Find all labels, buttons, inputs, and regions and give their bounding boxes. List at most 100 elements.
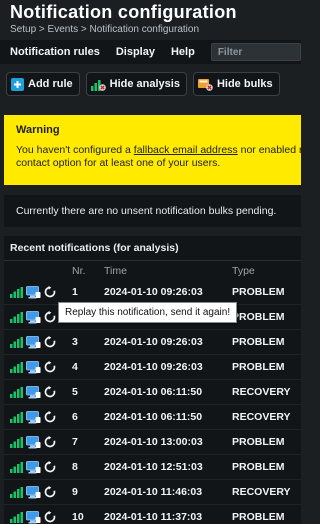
title-bar: Notification configuration Setup > Event… — [0, 0, 301, 40]
header-type[interactable]: Type — [232, 261, 301, 280]
row-nr: 7 — [72, 436, 78, 448]
header-time[interactable]: Time — [104, 261, 232, 280]
add-rule-label: Add rule — [28, 78, 73, 90]
analyse-bars-icon[interactable] — [10, 336, 23, 348]
row-actions — [4, 505, 72, 524]
analyse-bars-icon[interactable] — [10, 486, 23, 498]
page-title: Notification configuration — [10, 2, 237, 22]
row-nr: 8 — [72, 461, 78, 473]
row-nr: 10 — [72, 511, 84, 523]
monitor-context-icon[interactable] — [26, 485, 41, 499]
header-nr[interactable]: Nr. — [72, 261, 104, 280]
replay-icon[interactable] — [44, 336, 56, 348]
fallback-email-link[interactable]: fallback email address — [134, 144, 238, 156]
header-actions — [4, 261, 72, 280]
row-actions — [4, 455, 72, 480]
hide-bulks-icon — [197, 78, 213, 91]
row-nr: 1 — [72, 286, 78, 298]
recent-notifications-panel: Recent notifications (for analysis) Nr. … — [4, 236, 301, 524]
row-type: PROBLEM — [232, 461, 285, 473]
warning-box: Warning You haven't configured a fallbac… — [4, 115, 301, 185]
row-actions — [4, 280, 72, 305]
menu-bar: Notification rules Display Help Filter — [0, 40, 301, 64]
table-row: 7 2024-01-10 13:00:03 PROBLEM — [4, 430, 301, 455]
monitor-context-icon[interactable] — [26, 410, 41, 424]
row-actions — [4, 480, 72, 505]
row-time: 2024-01-10 06:11:50 — [104, 411, 203, 423]
row-actions — [4, 430, 72, 455]
warning-text-end: nor enabled r — [237, 144, 301, 156]
row-type: PROBLEM — [232, 361, 285, 373]
monitor-context-icon[interactable] — [26, 310, 41, 324]
analyse-bars-icon[interactable] — [10, 461, 23, 473]
monitor-context-icon[interactable] — [26, 435, 41, 449]
row-time: 2024-01-10 09:26:03 — [104, 361, 203, 373]
warning-title: Warning — [16, 124, 60, 136]
row-actions — [4, 380, 72, 405]
analyse-bars-icon[interactable] — [10, 311, 23, 323]
hide-analysis-icon — [90, 78, 106, 91]
monitor-context-icon[interactable] — [26, 360, 41, 374]
row-time: 2024-01-10 09:26:03 — [104, 286, 203, 298]
replay-icon[interactable] — [44, 361, 56, 373]
row-time: 2024-01-10 09:26:03 — [104, 336, 203, 348]
hide-bulks-button[interactable]: Hide bulks — [192, 72, 280, 96]
replay-icon[interactable] — [44, 286, 56, 298]
plus-icon — [11, 77, 24, 91]
replay-icon[interactable] — [44, 511, 56, 523]
monitor-context-icon[interactable] — [26, 385, 41, 399]
bulks-info: Currently there are no unsent notificati… — [4, 195, 301, 227]
row-time: 2024-01-10 06:11:50 — [104, 386, 203, 398]
table-row: 4 2024-01-10 09:26:03 PROBLEM — [4, 355, 301, 380]
warning-text-line2: contact option for at least one of your … — [16, 157, 221, 169]
table-row: 1 2024-01-10 09:26:03 PROBLEM — [4, 280, 301, 305]
analyse-bars-icon[interactable] — [10, 411, 23, 423]
row-type: PROBLEM — [232, 336, 285, 348]
monitor-context-icon[interactable] — [26, 460, 41, 474]
row-type: PROBLEM — [232, 311, 285, 323]
analyse-bars-icon[interactable] — [10, 386, 23, 398]
row-nr: 5 — [72, 386, 78, 398]
replay-icon[interactable] — [44, 436, 56, 448]
row-time: 2024-01-10 11:37:03 — [104, 511, 203, 523]
replay-icon[interactable] — [44, 461, 56, 473]
analyse-bars-icon[interactable] — [10, 511, 23, 523]
replay-icon[interactable] — [44, 311, 56, 323]
replay-icon[interactable] — [44, 386, 56, 398]
row-time: 2024-01-10 12:51:03 — [104, 461, 203, 473]
replay-icon[interactable] — [44, 411, 56, 423]
hide-analysis-button[interactable]: Hide analysis — [85, 72, 187, 96]
monitor-context-icon[interactable] — [26, 335, 41, 349]
table-row: 10 2024-01-10 11:37:03 PROBLEM — [4, 505, 301, 524]
menu-display[interactable]: Display — [116, 46, 155, 58]
table-header: Nr. Time Type — [4, 261, 301, 280]
breadcrumb[interactable]: Setup > Events > Notification configurat… — [10, 24, 291, 35]
analyse-bars-icon[interactable] — [10, 436, 23, 448]
table-row: 6 2024-01-10 06:11:50 RECOVERY — [4, 405, 301, 430]
row-nr: 3 — [72, 336, 78, 348]
row-type: PROBLEM — [232, 436, 285, 448]
monitor-context-icon[interactable] — [26, 285, 41, 299]
menu-notification-rules[interactable]: Notification rules — [10, 46, 100, 58]
row-type: PROBLEM — [232, 511, 285, 523]
add-rule-button[interactable]: Add rule — [6, 72, 80, 96]
row-time: 2024-01-10 13:00:03 — [104, 436, 203, 448]
monitor-context-icon[interactable] — [26, 510, 41, 524]
row-time: 2024-01-10 11:46:03 — [104, 486, 203, 498]
analyse-bars-icon[interactable] — [10, 361, 23, 373]
row-type: RECOVERY — [232, 411, 291, 423]
warning-text: You haven't configured a fallback email … — [16, 144, 301, 170]
row-nr: 9 — [72, 486, 78, 498]
row-type: PROBLEM — [232, 286, 285, 298]
toolbar: Add rule Hide analysis Hide bulks — [0, 64, 301, 104]
row-actions — [4, 355, 72, 380]
menu-help[interactable]: Help — [171, 46, 195, 58]
row-actions — [4, 405, 72, 430]
warning-text-start: You haven't configured a — [16, 144, 134, 156]
replay-icon[interactable] — [44, 486, 56, 498]
page: Notification configuration Setup > Event… — [0, 0, 301, 524]
hide-analysis-label: Hide analysis — [109, 78, 180, 90]
filter-input[interactable]: Filter — [210, 43, 301, 61]
analyse-bars-icon[interactable] — [10, 286, 23, 298]
row-type: RECOVERY — [232, 486, 291, 498]
